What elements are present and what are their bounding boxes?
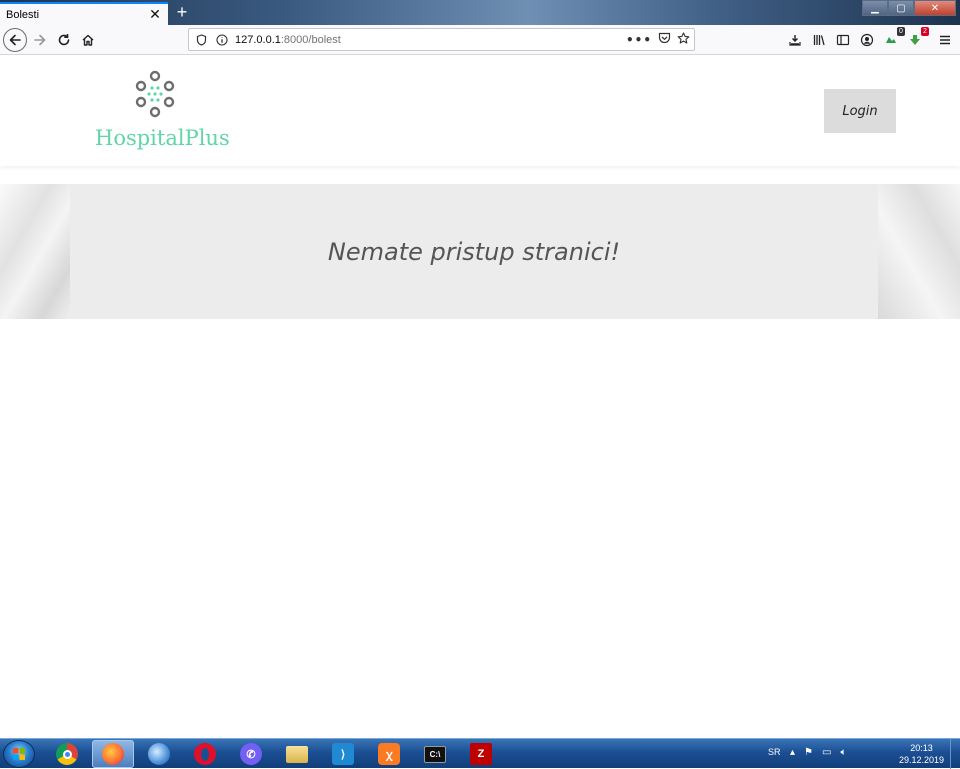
addon-arrow-icon[interactable]: 2 [904,27,929,51]
system-tray: SR ▴ ⚑ ▭ 🔈︎ 20:13 29.12.2019 [760,739,960,769]
taskbar-xampp[interactable]: ꭓ [368,740,410,768]
bookmark-star-icon[interactable] [677,31,690,48]
taskbar-cmd[interactable]: C:\ [414,740,456,768]
url-actions: ••• [626,31,690,48]
filezilla-icon: Z [470,743,492,765]
url-text[interactable]: 127.0.0.1:8000/bolest [235,34,626,46]
more-actions-icon[interactable]: ••• [626,33,652,47]
viber-icon: ✆ [240,743,262,765]
home-icon[interactable] [77,29,99,51]
taskbar-viber[interactable]: ✆ [230,740,272,768]
vscode-icon: ⟩ [332,743,354,765]
navigation-toolbar: 127.0.0.1:8000/bolest ••• 0 2 [0,25,960,55]
hamburger-menu-icon[interactable] [934,29,956,51]
language-indicator[interactable]: SR [768,747,781,757]
access-denied-message: Nemate pristup stranici! [327,237,621,266]
start-button[interactable] [3,740,35,768]
account-icon[interactable] [856,29,878,51]
chrome-icon [56,743,78,765]
sidebar-icon[interactable] [832,29,854,51]
folder-icon [286,745,308,763]
windows-logo-icon [13,748,25,760]
taskbar-vscode[interactable]: ⟩ [322,740,364,768]
thunderbird-icon [148,743,170,765]
taskbar-thunderbird[interactable] [138,740,180,768]
site-header: HospitalPlus Login [0,56,960,166]
library-icon[interactable] [808,29,830,51]
show-desktop-button[interactable] [950,739,960,769]
network-icon[interactable]: ▭ [822,747,831,758]
windows-taskbar: ✆ ⟩ ꭓ C:\ Z SR ▴ ⚑ ▭ 🔈︎ 20:13 29.12.2019 [0,738,960,769]
taskbar-chrome[interactable] [46,740,88,768]
window-controls: ▁ ▢ ✕ [862,0,956,16]
banner-left-image [0,184,70,319]
volume-icon[interactable]: 🔈︎ [840,747,846,758]
banner-right-image [878,184,960,319]
logo-mark-icon [135,70,175,118]
opera-icon [194,743,216,765]
back-arrow-icon[interactable] [3,28,27,52]
url-path: :8000/bolest [280,33,341,46]
access-denied-banner: Nemate pristup stranici! [0,184,960,319]
clock-date: 29.12.2019 [898,755,944,765]
taskbar-opera[interactable] [184,740,226,768]
system-clock[interactable]: 20:13 29.12.2019 [899,742,944,766]
terminal-icon: C:\ [424,745,446,763]
taskbar-filezilla[interactable]: Z [460,740,502,768]
minimize-button[interactable]: ▁ [862,0,888,16]
clock-time: 20:13 [910,743,933,753]
site-info-icon[interactable] [213,31,231,49]
new-tab-button[interactable]: + [172,3,192,23]
addon-badge-count-red: 2 [921,27,929,36]
close-tab-icon[interactable]: ✕ [146,6,164,24]
hospital-logo[interactable]: HospitalPlus [95,70,235,155]
reload-icon[interactable] [53,29,75,51]
url-host: 127.0.0.1 [235,33,281,46]
browser-tab[interactable]: Bolesti ✕ [0,2,168,25]
action-center-flag-icon[interactable]: ⚑ [804,747,813,758]
show-hidden-icons-icon[interactable]: ▴ [790,747,795,758]
pocket-icon[interactable] [658,32,671,47]
downloads-icon[interactable] [784,29,806,51]
taskbar-file-explorer[interactable] [276,740,318,768]
tray-icons: ▴ ⚑ ▭ 🔈︎ [790,747,846,758]
tab-title: Bolesti [6,8,40,21]
maximize-button[interactable]: ▢ [888,0,914,16]
forward-arrow-icon[interactable] [29,29,51,51]
addon-download-icon[interactable]: 0 [880,27,905,51]
firefox-icon [102,743,124,765]
window-titlebar: Bolesti ✕ + ▁ ▢ ✕ [0,0,960,25]
tracking-shield-icon[interactable] [192,31,210,49]
brand-name: HospitalPlus [95,126,230,150]
close-window-button[interactable]: ✕ [914,0,956,16]
xampp-icon: ꭓ [378,743,400,765]
url-bar[interactable]: 127.0.0.1:8000/bolest ••• [188,28,695,51]
login-button[interactable]: Login [824,89,896,133]
taskbar-firefox[interactable] [92,740,134,768]
